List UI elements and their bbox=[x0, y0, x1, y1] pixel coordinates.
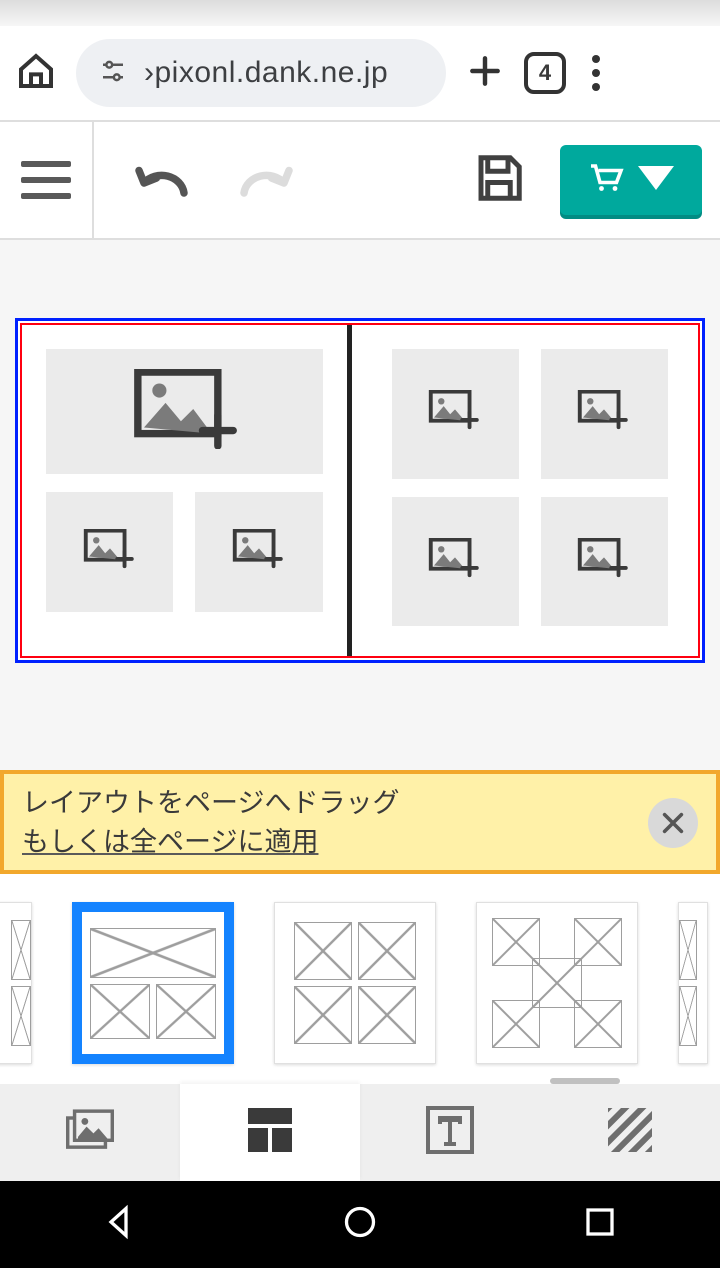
home-circle-icon[interactable] bbox=[342, 1204, 378, 1245]
add-image-icon bbox=[232, 529, 286, 576]
hint-line1: レイアウトをページへドラッグ bbox=[22, 788, 399, 818]
home-icon[interactable] bbox=[16, 51, 56, 96]
tab-count-value: 4 bbox=[539, 60, 551, 86]
layout-template-prev[interactable] bbox=[0, 902, 32, 1064]
site-settings-icon[interactable] bbox=[98, 56, 128, 91]
tool-tabs bbox=[0, 1084, 720, 1181]
back-icon[interactable] bbox=[102, 1204, 138, 1245]
layout-template-corners[interactable] bbox=[476, 902, 638, 1064]
editor-toolbar bbox=[0, 122, 720, 238]
right-page[interactable] bbox=[352, 325, 699, 656]
layouts-icon bbox=[246, 1106, 294, 1159]
editor-canvas[interactable] bbox=[0, 240, 720, 770]
browser-bar: ›pixonl.dank.ne.jp 4 bbox=[0, 26, 720, 120]
photo-slot[interactable] bbox=[541, 349, 668, 479]
redo-icon bbox=[234, 153, 294, 208]
hint-banner: レイアウトをページへドラッグ もしくは全ページに適用 bbox=[0, 770, 720, 874]
close-icon[interactable] bbox=[648, 798, 698, 848]
add-image-icon bbox=[428, 538, 482, 585]
system-nav-bar bbox=[0, 1181, 720, 1268]
undo-icon[interactable] bbox=[134, 153, 194, 208]
add-image-icon bbox=[83, 529, 137, 576]
cart-button[interactable] bbox=[560, 145, 702, 215]
tab-text[interactable] bbox=[360, 1084, 540, 1181]
url-bar[interactable]: ›pixonl.dank.ne.jp bbox=[76, 39, 446, 107]
new-tab-icon[interactable] bbox=[466, 52, 504, 95]
photo-slot[interactable] bbox=[195, 492, 322, 612]
photo-slot[interactable] bbox=[392, 349, 519, 479]
hint-text: レイアウトをページへドラッグ もしくは全ページに適用 bbox=[22, 784, 399, 862]
scroll-indicator bbox=[550, 1078, 620, 1084]
tab-backgrounds[interactable] bbox=[540, 1084, 720, 1181]
cart-icon bbox=[588, 163, 624, 198]
device-status-bar bbox=[0, 0, 720, 26]
photo-slot[interactable] bbox=[46, 492, 173, 612]
photo-slot[interactable] bbox=[46, 349, 323, 474]
tab-photos[interactable] bbox=[0, 1084, 180, 1181]
text-icon bbox=[426, 1106, 474, 1159]
save-icon[interactable] bbox=[472, 151, 526, 210]
chevron-down-icon bbox=[638, 163, 674, 198]
recent-icon[interactable] bbox=[582, 1204, 618, 1245]
tabs-button[interactable]: 4 bbox=[524, 52, 566, 94]
hint-apply-all-link[interactable]: もしくは全ページに適用 bbox=[22, 827, 318, 857]
add-image-icon bbox=[577, 390, 631, 437]
add-image-icon bbox=[577, 538, 631, 585]
add-image-icon bbox=[428, 390, 482, 437]
layout-template-grid2x2[interactable] bbox=[274, 902, 436, 1064]
add-image-icon bbox=[131, 369, 237, 454]
hamburger-menu-icon[interactable] bbox=[0, 122, 94, 238]
layout-templates[interactable] bbox=[0, 874, 720, 1084]
menu-icon[interactable] bbox=[586, 55, 606, 91]
url-text: ›pixonl.dank.ne.jp bbox=[144, 56, 388, 90]
pattern-icon bbox=[606, 1106, 654, 1159]
photo-slot[interactable] bbox=[392, 497, 519, 627]
photo-slot[interactable] bbox=[541, 497, 668, 627]
left-page[interactable] bbox=[22, 325, 352, 656]
layout-template-next[interactable] bbox=[678, 902, 708, 1064]
layout-template-featured[interactable] bbox=[72, 902, 234, 1064]
photos-icon bbox=[66, 1106, 114, 1159]
page-spread[interactable] bbox=[15, 318, 705, 663]
tab-layouts[interactable] bbox=[180, 1084, 360, 1181]
